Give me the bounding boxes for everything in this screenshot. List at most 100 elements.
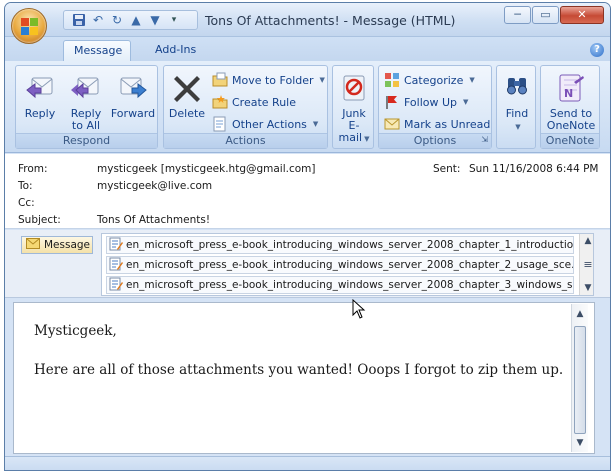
attachment-list: en_microsoft_press_e-book_introducing_wi… xyxy=(101,233,594,296)
save-icon[interactable] xyxy=(72,13,86,27)
delete-label: Delete xyxy=(168,107,206,120)
junk-email-button[interactable]: Junk E-mail ▼ xyxy=(334,72,374,145)
create-rule-button[interactable]: Create Rule xyxy=(212,93,296,111)
forward-icon xyxy=(117,72,149,104)
mark-unread-envelope-icon xyxy=(384,116,400,132)
subject-value: Tons Of Attachments! xyxy=(97,214,211,226)
reply-all-label-2: to All xyxy=(71,119,101,132)
send-to-onenote-button[interactable]: N Send to OneNote xyxy=(543,72,599,132)
from-value[interactable]: mysticgeek [mysticgeek.htg@gmail.com] xyxy=(97,163,316,175)
cc-label: Cc: xyxy=(18,197,35,209)
message-body-button[interactable]: Message xyxy=(21,236,93,254)
to-value[interactable]: mysticgeek@live.com xyxy=(97,180,212,192)
categorize-button[interactable]: Categorize ▼ xyxy=(384,71,475,89)
other-actions-button[interactable]: Other Actions ▼ xyxy=(212,115,318,133)
outlook-message-window: ↶ ↻ ▲ ▼ ▾ Tons Of Attachments! - Message… xyxy=(4,2,611,471)
dropdown-arrow-icon: ▼ xyxy=(515,123,521,131)
reply-all-icon xyxy=(70,72,102,104)
body-scrollbar[interactable]: ▲ ▼ xyxy=(571,304,588,452)
maximize-button[interactable]: ▭ xyxy=(532,6,559,24)
dialog-launcher-icon[interactable]: ⇲ xyxy=(481,135,488,144)
delete-button[interactable]: Delete xyxy=(168,72,206,120)
dropdown-arrow-icon: ▼ xyxy=(364,135,370,143)
junk-email-icon xyxy=(338,72,370,104)
tab-add-ins[interactable]: Add-Ins xyxy=(145,40,206,61)
mark-as-unread-button[interactable]: Mark as Unread xyxy=(384,115,490,133)
message-header: From: mysticgeek [mysticgeek.htg@gmail.c… xyxy=(5,154,610,229)
forward-button[interactable]: Forward xyxy=(110,72,156,120)
onenote-group-label: OneNote xyxy=(541,133,599,148)
dropdown-arrow-icon: ▼ xyxy=(463,98,469,106)
document-attachment-icon xyxy=(109,257,123,273)
redo-icon[interactable]: ↻ xyxy=(110,13,124,27)
help-icon[interactable]: ? xyxy=(590,43,604,57)
sent-label: Sent: xyxy=(433,163,461,175)
attachment-item[interactable]: en_microsoft_press_e-book_introducing_wi… xyxy=(106,236,574,254)
from-label: From: xyxy=(18,163,48,175)
attachment-item[interactable]: en_microsoft_press_e-book_introducing_wi… xyxy=(106,256,574,274)
follow-up-button[interactable]: Follow Up ▼ xyxy=(384,93,468,111)
move-to-folder-button[interactable]: Move to Folder ▼ xyxy=(212,71,325,89)
dropdown-arrow-icon: ▼ xyxy=(319,76,325,84)
previous-item-icon[interactable]: ▲ xyxy=(129,13,143,27)
minimize-button[interactable]: ─ xyxy=(504,6,531,24)
create-rule-icon xyxy=(212,94,228,110)
onenote-icon: N xyxy=(555,72,587,104)
reply-button[interactable]: Reply xyxy=(20,72,60,120)
document-attachment-icon xyxy=(109,237,123,253)
reply-icon xyxy=(24,72,56,104)
flag-icon xyxy=(384,94,400,110)
scroll-thumb-icon[interactable]: ≡ xyxy=(580,258,596,272)
attachments-bar: Message en_microsoft_press_e-book_introd… xyxy=(5,230,610,298)
other-actions-icon xyxy=(212,116,228,132)
window-controls: ─ ▭ ✕ xyxy=(504,6,604,24)
office-button[interactable] xyxy=(11,8,47,44)
reply-all-button[interactable]: Reply to All xyxy=(64,72,108,132)
envelope-icon xyxy=(26,238,40,252)
subject-label: Subject: xyxy=(18,214,61,226)
categorize-icon xyxy=(384,72,400,88)
customize-toolbar-icon[interactable]: ▾ xyxy=(167,13,181,27)
find-group: Find ▼ xyxy=(496,65,536,149)
actions-group: Delete Move to Folder ▼ Create Rule Other… xyxy=(163,65,328,149)
forward-label: Forward xyxy=(110,107,156,120)
sent-value: Sun 11/16/2008 6:44 PM xyxy=(469,163,599,175)
message-body[interactable]: Mysticgeek, Here are all of those attach… xyxy=(13,302,595,454)
scroll-up-icon[interactable]: ▲ xyxy=(572,307,588,321)
scroll-up-icon[interactable]: ▲ xyxy=(580,234,596,248)
scroll-down-icon[interactable]: ▼ xyxy=(580,281,596,295)
ribbon: Reply Reply to All Forward Respond Delet… xyxy=(5,61,610,153)
status-bar xyxy=(5,456,610,470)
move-folder-icon xyxy=(212,72,228,88)
onenote-label-2: OneNote xyxy=(546,119,596,132)
junk-label-2: E-mail xyxy=(338,119,363,144)
options-group-label: Options ⇲ xyxy=(379,133,491,148)
options-group: Categorize ▼ Follow Up ▼ Mark as Unread Op… xyxy=(378,65,492,149)
attachment-item[interactable]: en_microsoft_press_e-book_introducing_wi… xyxy=(106,276,574,294)
binoculars-icon xyxy=(501,72,533,104)
scroll-thumb[interactable] xyxy=(574,326,586,434)
quick-access-toolbar: ↶ ↻ ▲ ▼ ▾ xyxy=(63,10,198,30)
tab-message[interactable]: Message xyxy=(63,40,131,61)
undo-icon[interactable]: ↶ xyxy=(91,13,105,27)
office-logo-icon xyxy=(21,18,39,36)
actions-group-label: Actions xyxy=(164,133,327,148)
dropdown-arrow-icon: ▼ xyxy=(469,76,475,84)
find-label: Find xyxy=(505,107,529,120)
document-attachment-icon xyxy=(109,277,123,293)
onenote-group: N Send to OneNote OneNote xyxy=(540,65,600,149)
close-button[interactable]: ✕ xyxy=(560,6,604,24)
find-button[interactable]: Find ▼ xyxy=(498,72,536,133)
body-line: Here are all of those attachments you wa… xyxy=(34,362,564,378)
junk-email-group: Junk E-mail ▼ xyxy=(332,65,374,149)
respond-group-label: Respond xyxy=(16,133,157,148)
body-greeting: Mysticgeek, xyxy=(34,323,117,339)
respond-group: Reply Reply to All Forward Respond xyxy=(15,65,158,149)
attachment-scrollbar[interactable]: ▲ ≡ ▼ xyxy=(579,234,593,295)
svg-text:N: N xyxy=(564,87,573,100)
dropdown-arrow-icon: ▼ xyxy=(312,120,319,128)
next-item-icon[interactable]: ▼ xyxy=(148,13,162,27)
to-label: To: xyxy=(18,180,33,192)
ribbon-tabs: Message Add-Ins ? xyxy=(5,37,610,61)
scroll-down-icon[interactable]: ▼ xyxy=(572,436,588,450)
